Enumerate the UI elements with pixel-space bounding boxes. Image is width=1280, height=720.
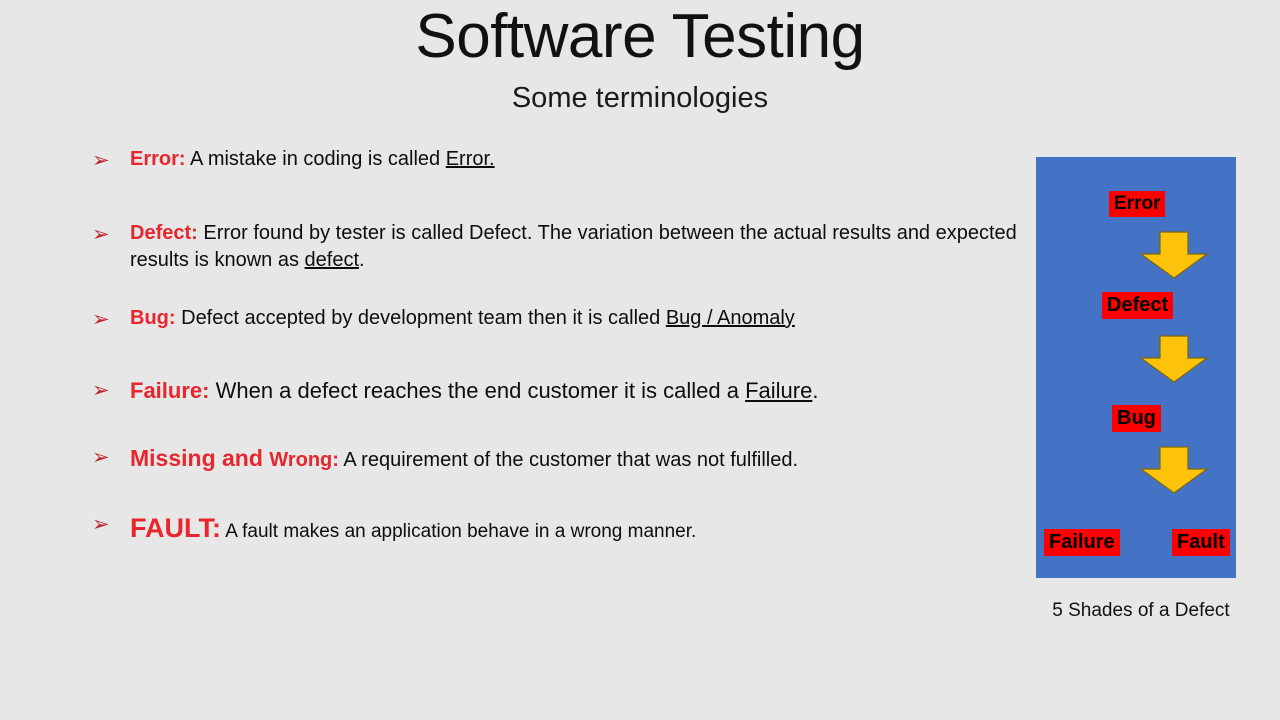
list-item-defect: ➢ Defect: Error found by tester is called…: [92, 220, 1027, 275]
list-item-error: ➢ Error: A mistake in coding is called Er…: [92, 146, 1027, 174]
body-text-error: A mistake in coding is called: [185, 148, 446, 170]
arrowhead-bullet-icon: ➢: [92, 149, 110, 172]
list-item-failure: ➢ Failure: When a defect reaches the end …: [92, 376, 1027, 406]
term-colon-missing: :: [332, 448, 339, 471]
underlined-term-error: Error.: [445, 148, 495, 170]
body-text-bug: Defect accepted by development team then…: [175, 306, 666, 329]
body-text-defect-tail: .: [359, 249, 365, 272]
term-colon-defect: :: [191, 221, 198, 244]
term-colon-error: :: [178, 148, 186, 170]
down-arrow-icon: [1139, 231, 1209, 279]
term-label-error: Error: [130, 148, 179, 170]
body-text-missing: A requirement of the customer that was n…: [338, 448, 799, 471]
arrowhead-bullet-icon: ➢: [92, 379, 110, 403]
diagram-node-bug: Bug: [1112, 405, 1161, 432]
term-label-failure: Failure: [130, 378, 203, 404]
term-label-wrong: Wrong: [269, 448, 333, 471]
diagram-node-error: Error: [1109, 191, 1166, 217]
term-label-fault: FAULT: [130, 513, 212, 544]
arrowhead-bullet-icon: ➢: [92, 307, 110, 331]
terminology-list: ➢ Error: A mistake in coding is called Er…: [92, 146, 1027, 548]
diagram-node-fault: Fault: [1172, 529, 1230, 556]
body-text-failure: When a defect reaches the end customer i…: [209, 378, 746, 404]
diagram-node-defect: Defect: [1102, 292, 1174, 319]
page-title: Software Testing: [415, 2, 865, 71]
term-label-defect: Defect: [130, 221, 192, 244]
term-label-bug: Bug: [130, 306, 169, 329]
body-text-defect: Error found by tester is called Defect. …: [130, 221, 1017, 272]
list-item-missing-and-wrong: ➢ Missing and Wrong: A requirement of the…: [92, 443, 1027, 475]
page-subtitle: Some terminologies: [511, 82, 769, 114]
diagram-caption: 5 Shades of a Defect: [1052, 600, 1230, 621]
arrowhead-bullet-icon: ➢: [92, 445, 110, 469]
defect-lifecycle-diagram: Error Defect Bug Failure Fault: [1036, 157, 1236, 578]
underlined-term-bug: Bug / Anomaly: [665, 306, 795, 329]
diagram-node-failure: Failure: [1044, 529, 1120, 556]
down-arrow-icon: [1139, 335, 1209, 383]
term-label-missing-and: Missing and: [130, 444, 270, 471]
arrowhead-bullet-icon: ➢: [92, 513, 110, 537]
list-item-bug: ➢ Bug: Defect accepted by development tea…: [92, 305, 1027, 333]
term-colon-fault: :: [212, 513, 221, 544]
arrowhead-bullet-icon: ➢: [92, 222, 110, 246]
underlined-term-failure: Failure: [745, 378, 813, 404]
term-colon-bug: :: [168, 306, 176, 329]
underlined-term-defect: defect: [304, 249, 359, 272]
body-text-fault: A fault makes an application behave in a…: [221, 521, 697, 543]
body-text-failure-tail: .: [812, 378, 819, 404]
down-arrow-icon: [1139, 446, 1209, 494]
list-item-fault: ➢ FAULT: A fault makes an application beh…: [92, 510, 1027, 547]
